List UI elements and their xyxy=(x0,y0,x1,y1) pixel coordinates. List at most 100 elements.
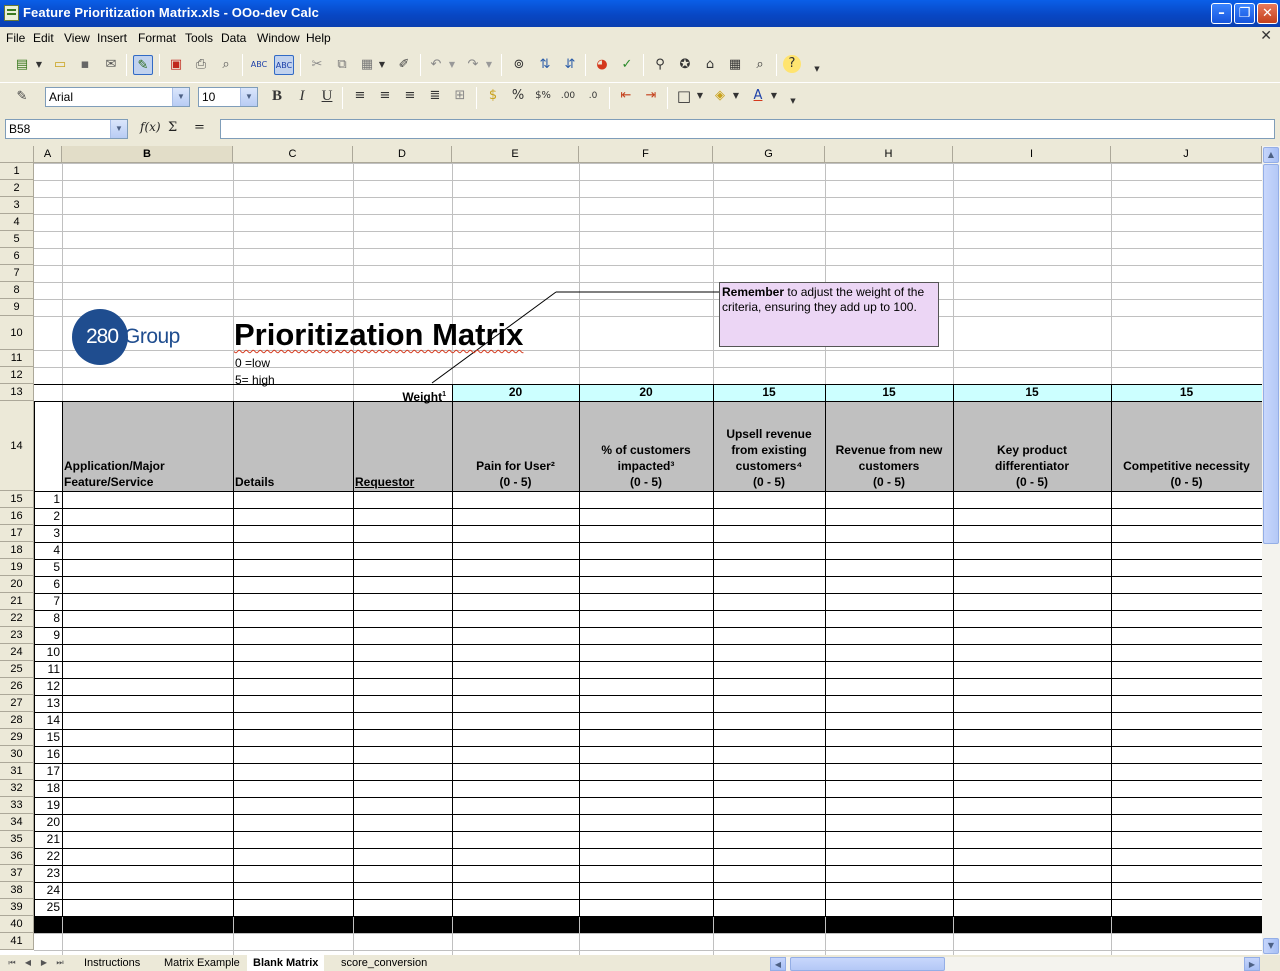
cut-icon[interactable]: ✂ xyxy=(307,55,327,75)
row-header[interactable]: 32 xyxy=(0,780,34,797)
row-header[interactable]: 35 xyxy=(0,831,34,848)
function-wizard-button[interactable]: f(x) xyxy=(140,120,161,134)
scroll-right-icon[interactable]: ▶ xyxy=(1244,957,1260,971)
save-icon[interactable]: ▪ xyxy=(75,55,95,75)
navigator-icon[interactable]: ✪ xyxy=(675,55,695,75)
email-icon[interactable]: ✉ xyxy=(101,55,121,75)
row-header[interactable]: 11 xyxy=(0,350,34,367)
borders-dropdown-icon[interactable]: ▼ xyxy=(695,86,705,106)
weight-value[interactable]: 15 xyxy=(953,385,1111,399)
background-dropdown-icon[interactable]: ▼ xyxy=(731,86,741,106)
row-header[interactable]: 15 xyxy=(0,491,34,508)
gallery-icon[interactable]: ⌂ xyxy=(700,55,720,75)
row-header[interactable]: 41 xyxy=(0,933,34,950)
menu-insert[interactable]: Insert xyxy=(97,31,127,45)
row-header[interactable]: 40 xyxy=(0,916,34,933)
row-header[interactable]: 26 xyxy=(0,678,34,695)
undo-icon[interactable]: ↶ xyxy=(426,55,446,75)
row-header[interactable]: 29 xyxy=(0,729,34,746)
chevron-down-icon[interactable]: ▼ xyxy=(110,120,127,138)
formula-input[interactable] xyxy=(220,119,1275,139)
row-header[interactable]: 2 xyxy=(0,180,34,197)
bold-icon[interactable]: B xyxy=(267,86,287,106)
column-header-g[interactable]: G xyxy=(713,146,825,163)
row-header[interactable]: 19 xyxy=(0,559,34,576)
header-requestor[interactable]: Requestor xyxy=(355,401,450,491)
weight-value[interactable]: 15 xyxy=(713,385,825,399)
row-header[interactable]: 34 xyxy=(0,814,34,831)
autospellcheck-icon[interactable]: ABC xyxy=(274,55,294,75)
row-header[interactable]: 8 xyxy=(0,282,34,299)
background-color-icon[interactable]: ◈ xyxy=(710,86,730,106)
item-number[interactable]: 2 xyxy=(34,509,60,523)
format-paintbrush-icon[interactable]: ✐ xyxy=(394,55,414,75)
font-name-combo[interactable]: Arial ▼ xyxy=(45,87,190,107)
page-preview-icon[interactable]: ⌕ xyxy=(216,55,236,75)
row-header[interactable]: 39 xyxy=(0,899,34,916)
item-number[interactable]: 17 xyxy=(34,764,60,778)
column-header-d[interactable]: D xyxy=(353,146,452,163)
new-document-icon[interactable]: ▤ xyxy=(12,55,32,75)
spellcheck-icon[interactable]: ABC xyxy=(249,55,269,75)
close-document-icon[interactable]: ✕ xyxy=(1260,28,1272,44)
new-dropdown-icon[interactable]: ▼ xyxy=(34,55,44,75)
row-header[interactable]: 24 xyxy=(0,644,34,661)
row-header[interactable]: 37 xyxy=(0,865,34,882)
menu-window[interactable]: Window xyxy=(257,31,300,45)
item-number[interactable]: 6 xyxy=(34,577,60,591)
increase-indent-icon[interactable]: ⇥ xyxy=(641,86,661,106)
item-number[interactable]: 10 xyxy=(34,645,60,659)
item-number[interactable]: 18 xyxy=(34,781,60,795)
vertical-scroll-thumb[interactable] xyxy=(1263,164,1279,544)
row-header[interactable]: 1 xyxy=(0,163,34,180)
sheet-tab-blank-matrix[interactable]: Blank Matrix xyxy=(247,955,325,971)
header-criterion[interactable]: Upsell revenue from existing customers⁴ (0 … xyxy=(715,401,823,491)
function-button[interactable]: = xyxy=(194,120,205,135)
column-header-a[interactable]: A xyxy=(34,146,62,163)
sheet-tab-instructions[interactable]: Instructions xyxy=(78,955,146,971)
paste-icon[interactable]: ▦ xyxy=(357,55,377,75)
item-number[interactable]: 13 xyxy=(34,696,60,710)
decrease-indent-icon[interactable]: ⇤ xyxy=(616,86,636,106)
column-header-b[interactable]: B xyxy=(62,146,233,163)
open-folder-icon[interactable]: ▭ xyxy=(50,55,70,75)
row-header[interactable]: 16 xyxy=(0,508,34,525)
sheet-tab-score-conversion[interactable]: score_conversion xyxy=(335,955,433,971)
weight-value[interactable]: 20 xyxy=(579,385,713,399)
weight-value[interactable]: 15 xyxy=(1111,385,1262,399)
borders-icon[interactable]: □ xyxy=(674,86,694,106)
standard-format-icon[interactable]: $% xyxy=(533,86,553,106)
cell-comment[interactable]: Remember to adjust the weight of the cri… xyxy=(719,282,939,347)
header-criterion[interactable]: % of customers impacted³ (0 - 5) xyxy=(581,401,711,491)
percent-format-icon[interactable]: % xyxy=(508,86,528,106)
font-color-dropdown-icon[interactable]: ▼ xyxy=(769,86,779,106)
merge-cells-icon[interactable]: ⊞ xyxy=(450,86,470,106)
maximize-button[interactable]: ❐ xyxy=(1234,3,1255,24)
row-header[interactable]: 10 xyxy=(0,316,34,350)
row-header[interactable]: 20 xyxy=(0,576,34,593)
font-size-combo[interactable]: 10 ▼ xyxy=(198,87,258,107)
help-icon[interactable]: ? xyxy=(783,55,801,73)
chevron-down-icon[interactable]: ▼ xyxy=(240,88,257,106)
row-header[interactable]: 31 xyxy=(0,763,34,780)
scroll-up-icon[interactable]: ▲ xyxy=(1263,147,1279,163)
item-number[interactable]: 7 xyxy=(34,594,60,608)
delete-decimal-icon[interactable]: .0 xyxy=(583,86,603,106)
item-number[interactable]: 15 xyxy=(34,730,60,744)
weight-value[interactable]: 20 xyxy=(452,385,579,399)
column-header-i[interactable]: I xyxy=(953,146,1111,163)
sort-descending-icon[interactable]: ⇵ xyxy=(560,55,580,75)
redo-dropdown-icon[interactable]: ▼ xyxy=(484,55,494,75)
menu-tools[interactable]: Tools xyxy=(185,31,213,45)
next-sheet-icon[interactable]: ▶ xyxy=(38,957,50,969)
row-header[interactable]: 30 xyxy=(0,746,34,763)
currency-format-icon[interactable]: $ xyxy=(483,86,503,106)
item-number[interactable]: 24 xyxy=(34,883,60,897)
item-number[interactable]: 23 xyxy=(34,866,60,880)
item-number[interactable]: 20 xyxy=(34,815,60,829)
italic-icon[interactable]: I xyxy=(292,86,312,106)
header-details[interactable]: Details xyxy=(235,401,351,491)
header-criterion[interactable]: Pain for User² (0 - 5) xyxy=(454,401,577,491)
item-number[interactable]: 21 xyxy=(34,832,60,846)
item-number[interactable]: 8 xyxy=(34,611,60,625)
